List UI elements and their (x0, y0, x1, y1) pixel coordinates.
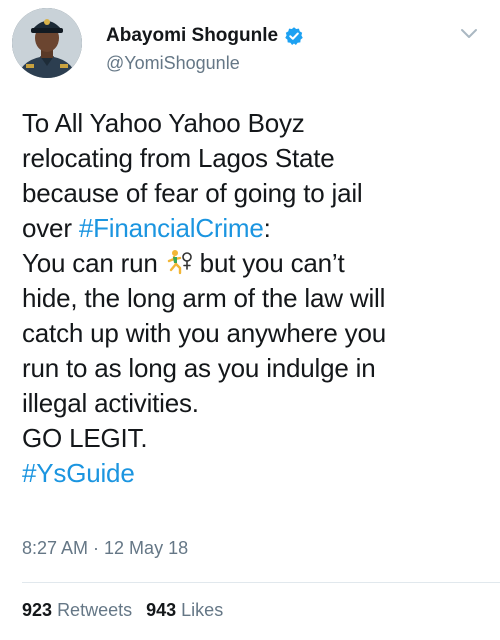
tweet-line: hide, the long arm of the law will (22, 283, 386, 313)
tweet-line: To All Yahoo Yahoo Boyz (22, 108, 305, 138)
divider (22, 582, 500, 583)
tweet-line: run to as long as you indulge in (22, 353, 376, 383)
tweet-line: You can run but you can’t (22, 246, 484, 281)
hashtag-ysguide-link[interactable]: #YsGuide (22, 456, 484, 491)
tweet-stats: 923 Retweets 943 Likes (22, 600, 223, 621)
tweet-line: over #FinancialCrime: (22, 211, 484, 246)
tweet-text-fragment: : (263, 213, 271, 243)
display-name-text: Abayomi Shogunle (106, 25, 279, 46)
tweet-line: illegal activities. (22, 388, 199, 418)
tweet-card: Abayomi Shogunle @YomiShogunle To All Ya… (0, 0, 500, 640)
display-name[interactable]: Abayomi Shogunle (106, 25, 304, 47)
tweet-line: catch up with you anywhere you (22, 318, 386, 348)
retweets-count: 923 (22, 600, 53, 620)
retweets-label: Retweets (57, 600, 133, 620)
likes-stat[interactable]: 943 Likes (146, 600, 223, 620)
likes-count: 943 (146, 600, 177, 620)
chevron-down-icon[interactable] (460, 28, 478, 40)
verified-badge-icon (285, 27, 303, 45)
profile-photo (12, 8, 82, 78)
tweet-line: GO LEGIT. (22, 423, 148, 453)
tweet-line: relocating from Lagos State (22, 143, 335, 173)
tweet-text: To All Yahoo Yahoo Boyz relocating from … (22, 106, 484, 491)
likes-label: Likes (181, 600, 224, 620)
retweets-stat[interactable]: 923 Retweets (22, 600, 132, 620)
user-handle[interactable]: @YomiShogunle (106, 53, 240, 74)
hashtag-financialcrime-link[interactable]: #FinancialCrime (79, 213, 264, 243)
tweet-text-fragment: over (22, 213, 79, 243)
tweet-timestamp[interactable]: 8:27 AM · 12 May 18 (22, 538, 188, 559)
tweet-text-fragment: You can run (22, 248, 165, 278)
woman-running-icon (167, 250, 192, 275)
tweet-text-fragment: but you can’t (192, 248, 345, 278)
tweet-line: because of fear of going to jail (22, 178, 363, 208)
avatar[interactable] (12, 8, 82, 78)
